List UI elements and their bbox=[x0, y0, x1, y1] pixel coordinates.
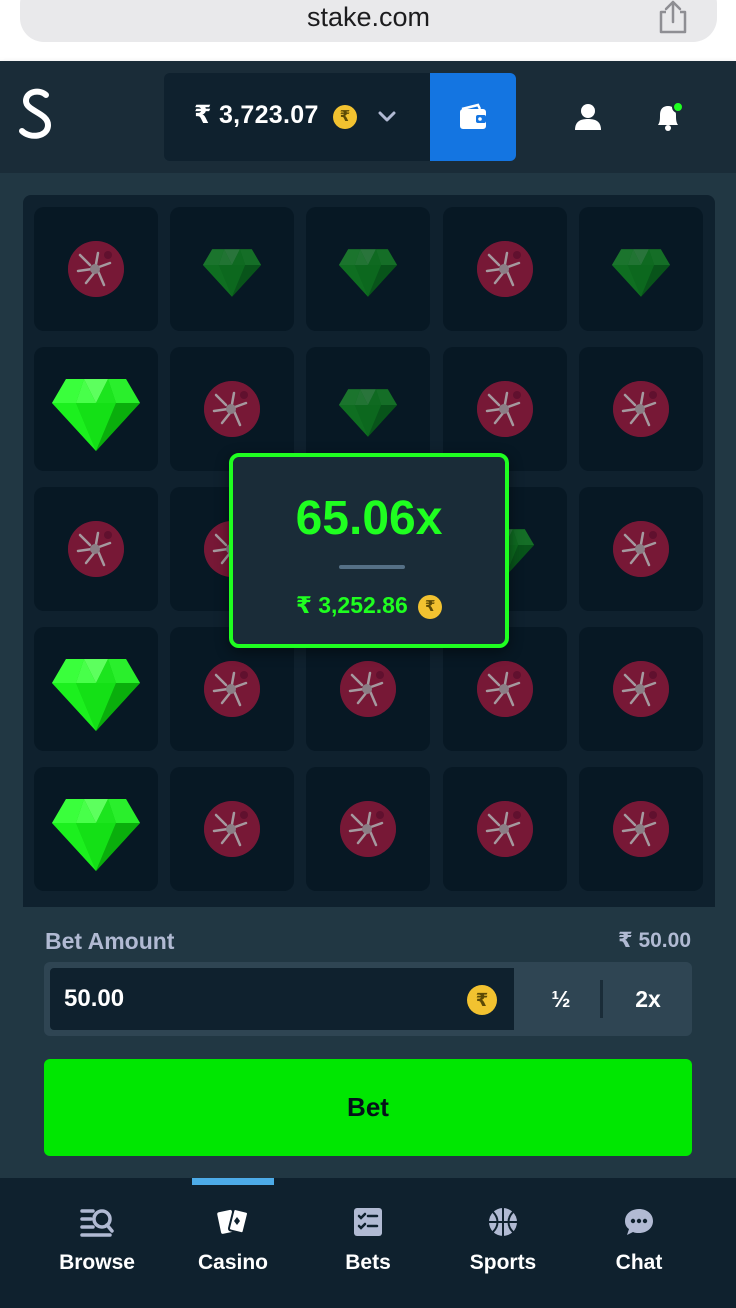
chat-icon bbox=[625, 1209, 653, 1235]
mine-tile[interactable] bbox=[34, 207, 158, 331]
mine-tile[interactable] bbox=[443, 207, 567, 331]
share-icon[interactable] bbox=[657, 0, 689, 34]
mine-tile[interactable] bbox=[34, 347, 158, 471]
balance-selector[interactable]: ₹ 3,723.07 ₹ bbox=[164, 73, 430, 161]
gem-icon bbox=[52, 799, 140, 871]
nav-casino-label: Casino bbox=[197, 1251, 268, 1274]
mine-tile[interactable] bbox=[579, 487, 703, 611]
mine-tile[interactable] bbox=[579, 347, 703, 471]
mine-icon bbox=[338, 659, 398, 719]
browser-bar: stake.com bbox=[0, 0, 736, 60]
bet-button[interactable]: Bet bbox=[44, 1059, 692, 1156]
mine-icon bbox=[611, 519, 671, 579]
wallet-icon bbox=[460, 103, 486, 129]
mine-tile[interactable] bbox=[34, 767, 158, 891]
half-bet-button[interactable]: ½ bbox=[522, 962, 600, 1036]
rupee-coin-icon: ₹ bbox=[467, 985, 497, 1015]
wallet-button[interactable] bbox=[430, 73, 516, 161]
rupee-coin-icon: ₹ bbox=[333, 105, 357, 129]
casino-icon bbox=[217, 1208, 249, 1235]
win-payout: ₹ 3,252.86 ₹ bbox=[233, 594, 505, 619]
chevron-down-icon bbox=[378, 111, 396, 122]
mine-icon bbox=[611, 799, 671, 859]
nav-bets-label: Bets bbox=[345, 1251, 391, 1274]
gem-icon bbox=[52, 379, 140, 451]
sports-icon bbox=[489, 1208, 517, 1236]
url-text: stake.com bbox=[306, 2, 431, 32]
mine-icon bbox=[202, 659, 262, 719]
nav-browse[interactable]: Browse bbox=[37, 1206, 157, 1286]
mine-icon bbox=[611, 659, 671, 719]
gem-icon bbox=[611, 249, 671, 297]
nav-active-indicator bbox=[192, 1178, 274, 1185]
mine-tile[interactable] bbox=[579, 767, 703, 891]
mine-tile[interactable] bbox=[170, 207, 294, 331]
button-divider bbox=[600, 980, 603, 1018]
mine-icon bbox=[202, 799, 262, 859]
double-bet-button[interactable]: 2x bbox=[606, 962, 690, 1036]
nav-sports[interactable]: Sports bbox=[443, 1206, 563, 1286]
nav-sports-label: Sports bbox=[469, 1251, 537, 1274]
bet-amount-group: ₹ ½ 2x bbox=[44, 962, 692, 1036]
win-multiplier: 65.06x bbox=[295, 492, 443, 545]
mine-icon bbox=[475, 799, 535, 859]
bets-icon bbox=[354, 1208, 382, 1236]
nav-chat-label: Chat bbox=[615, 1251, 663, 1274]
win-popup: 65.06x ₹ 3,252.86 ₹ bbox=[229, 453, 509, 648]
mine-tile[interactable] bbox=[306, 207, 430, 331]
popup-divider bbox=[339, 565, 405, 569]
mine-tile[interactable] bbox=[170, 767, 294, 891]
address-bar[interactable]: stake.com bbox=[20, 0, 717, 42]
bet-amount-input[interactable] bbox=[48, 966, 516, 1032]
gem-icon bbox=[202, 249, 262, 297]
stake-logo[interactable] bbox=[18, 87, 54, 143]
mine-icon bbox=[611, 379, 671, 439]
mine-icon bbox=[202, 379, 262, 439]
notification-bell-icon[interactable] bbox=[652, 101, 684, 133]
bet-amount-value: ₹ 50.00 bbox=[618, 929, 691, 952]
browse-icon bbox=[80, 1209, 114, 1237]
nav-chat[interactable]: Chat bbox=[579, 1206, 699, 1286]
gem-icon bbox=[338, 389, 398, 437]
mine-icon bbox=[66, 239, 126, 299]
mine-icon bbox=[338, 799, 398, 859]
mine-tile[interactable] bbox=[579, 207, 703, 331]
gem-icon bbox=[52, 659, 140, 731]
balance-amount: ₹ 3,723.07 bbox=[194, 101, 319, 129]
mine-tile[interactable] bbox=[579, 627, 703, 751]
nav-bets[interactable]: Bets bbox=[308, 1206, 428, 1286]
rupee-coin-icon: ₹ bbox=[418, 595, 443, 619]
user-icon[interactable] bbox=[573, 102, 603, 132]
gem-icon bbox=[338, 249, 398, 297]
mine-icon bbox=[475, 659, 535, 719]
mine-tile[interactable] bbox=[443, 767, 567, 891]
app-header: ₹ 3,723.07 ₹ bbox=[0, 61, 736, 173]
win-payout-amount: ₹ 3,252.86 bbox=[295, 592, 408, 618]
mine-tile[interactable] bbox=[34, 627, 158, 751]
mine-icon bbox=[475, 379, 535, 439]
bet-amount-label: Bet Amount bbox=[45, 928, 175, 954]
nav-browse-label: Browse bbox=[59, 1251, 135, 1274]
mine-tile[interactable] bbox=[34, 487, 158, 611]
mine-icon bbox=[66, 519, 126, 579]
nav-casino[interactable]: Casino bbox=[173, 1206, 293, 1286]
bottom-navigation: Browse Casino Bets Sports Chat bbox=[0, 1178, 736, 1308]
mine-icon bbox=[475, 239, 535, 299]
mine-tile[interactable] bbox=[306, 767, 430, 891]
